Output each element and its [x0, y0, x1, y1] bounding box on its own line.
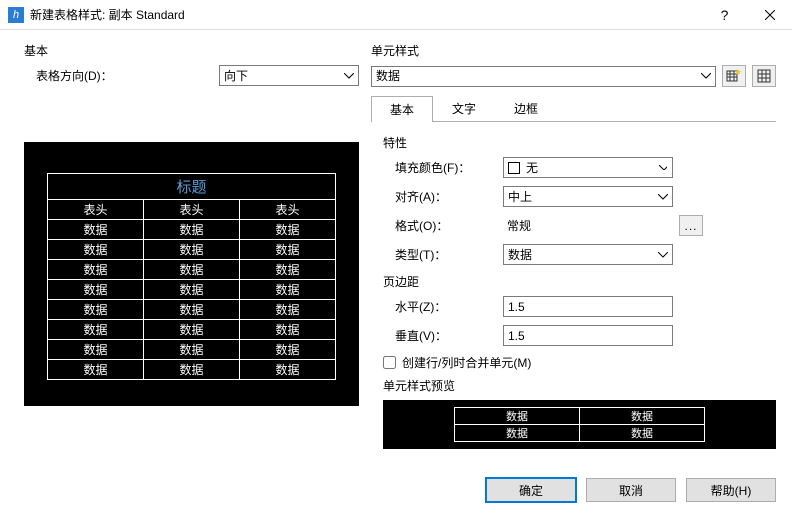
color-swatch-icon: [508, 162, 520, 174]
cell-style-select[interactable]: 数据: [371, 66, 716, 87]
direction-select[interactable]: 向下: [219, 65, 359, 86]
preview-header: 表头: [240, 200, 336, 220]
align-label: 对齐(A)：: [383, 188, 503, 205]
table-star-icon: [726, 68, 742, 84]
preview-header: 表头: [48, 200, 144, 220]
preview-cell: 数据: [48, 240, 144, 260]
tab-border[interactable]: 边框: [495, 95, 557, 121]
preview-cell: 数据: [144, 240, 240, 260]
preview-cell: 数据: [144, 220, 240, 240]
preview-cell: 数据: [48, 220, 144, 240]
cancel-button[interactable]: 取消: [586, 478, 676, 502]
preview-cell: 数据: [48, 260, 144, 280]
merge-label: 创建行/列时合并单元(M): [402, 354, 531, 371]
preview-cell: 数据: [144, 280, 240, 300]
preview-cell: 数据: [48, 280, 144, 300]
merge-checkbox[interactable]: [383, 356, 396, 369]
dialog-footer: 确定 取消 帮助(H): [0, 468, 792, 512]
preview-cell: 数据: [48, 340, 144, 360]
fill-color-label: 填充颜色(F)：: [383, 159, 503, 176]
style-preview-cell: 数据: [455, 425, 580, 442]
margins-group-label: 页边距: [383, 273, 776, 290]
preview-cell: 数据: [48, 300, 144, 320]
format-more-button[interactable]: ...: [679, 215, 703, 236]
preview-cell: 数据: [240, 240, 336, 260]
format-label: 格式(O)：: [383, 217, 503, 234]
preview-cell: 数据: [240, 220, 336, 240]
preview-cell: 数据: [48, 360, 144, 380]
preview-cell: 数据: [240, 300, 336, 320]
basic-section-label: 基本: [24, 42, 359, 59]
preview-cell: 数据: [48, 320, 144, 340]
preview-cell: 数据: [144, 260, 240, 280]
preview-cell: 数据: [240, 340, 336, 360]
align-select[interactable]: 中上: [503, 186, 673, 207]
window-title: 新建表格样式: 副本 Standard: [30, 6, 702, 23]
h-margin-input[interactable]: [503, 296, 673, 317]
preview-cell: 数据: [240, 280, 336, 300]
style-preview-cell: 数据: [455, 408, 580, 425]
properties-group-label: 特性: [383, 134, 776, 151]
v-margin-input[interactable]: [503, 325, 673, 346]
preview-cell: 数据: [240, 260, 336, 280]
preview-header: 表头: [144, 200, 240, 220]
close-button[interactable]: [747, 0, 792, 30]
app-icon: h: [8, 7, 24, 23]
preview-cell: 数据: [144, 360, 240, 380]
v-margin-label: 垂直(V)：: [383, 327, 503, 344]
cell-style-label: 单元样式: [371, 42, 776, 59]
close-icon: [765, 10, 775, 20]
preview-cell: 数据: [144, 340, 240, 360]
preview-cell: 数据: [144, 300, 240, 320]
titlebar: h 新建表格样式: 副本 Standard ?: [0, 0, 792, 30]
style-preview-cell: 数据: [580, 408, 705, 425]
preview-cell: 数据: [144, 320, 240, 340]
ok-button[interactable]: 确定: [486, 478, 576, 502]
manage-style-button[interactable]: [752, 65, 776, 87]
help-button[interactable]: 帮助(H): [686, 478, 776, 502]
direction-label: 表格方向(D)：: [24, 67, 164, 84]
cell-style-preview: 数据数据 数据数据: [383, 400, 776, 449]
preview-title: 标题: [48, 174, 336, 200]
table-grid-icon: [756, 68, 772, 84]
preview-cell: 数据: [240, 320, 336, 340]
new-style-button[interactable]: [722, 65, 746, 87]
fill-color-value: 无: [526, 159, 538, 176]
tab-basic[interactable]: 基本: [371, 96, 433, 122]
style-preview-cell: 数据: [580, 425, 705, 442]
style-preview-label: 单元样式预览: [383, 377, 776, 394]
table-preview: 标题 表头 表头 表头 数据数据数据 数据数据数据 数据数据数据 数据数据数据 …: [24, 142, 359, 406]
property-tabs: 基本 文字 边框: [371, 95, 776, 122]
help-titlebar-button[interactable]: ?: [702, 0, 747, 30]
tab-text[interactable]: 文字: [433, 95, 495, 121]
h-margin-label: 水平(Z)：: [383, 298, 503, 315]
format-value: 常规: [503, 215, 673, 236]
type-select[interactable]: 数据: [503, 244, 673, 265]
preview-cell: 数据: [240, 360, 336, 380]
fill-color-select[interactable]: 无: [503, 157, 673, 178]
type-label: 类型(T)：: [383, 246, 503, 263]
